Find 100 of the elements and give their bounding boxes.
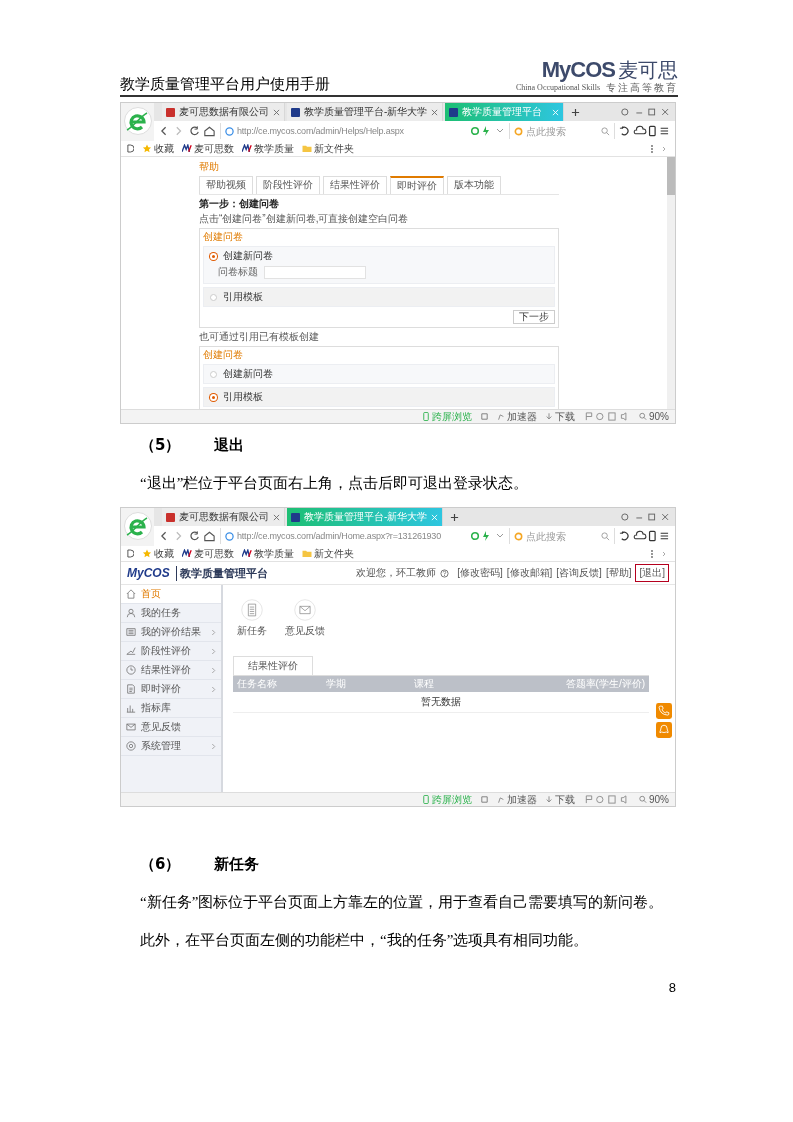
browser-tab[interactable]: 麦可思数据有限公司 [162, 103, 285, 121]
phone-icon [422, 412, 430, 421]
site-logo-icon [182, 549, 192, 558]
clock-icon [126, 665, 136, 675]
help-tab[interactable]: 帮助视频 [199, 176, 253, 194]
help-tab[interactable]: 版本功能 [447, 176, 501, 194]
column-header: 课程 [414, 677, 436, 691]
accelerate-icons[interactable] [471, 126, 505, 136]
sidebar-item[interactable]: 系统管理 [121, 737, 221, 756]
help-tab[interactable]: 即时评价 [390, 176, 444, 194]
paragraph: 此外，在平台页面左侧的功能栏中，“我的任务”选项具有相同功能。 [140, 931, 590, 950]
help-tab[interactable]: 阶段性评价 [256, 176, 320, 194]
phone-icon[interactable] [656, 703, 672, 719]
section-number: （5） [140, 436, 181, 455]
next-button[interactable]: 下一步 [513, 310, 555, 324]
sidebar-item[interactable]: 指标库 [121, 699, 221, 718]
option-label: 引用模板 [223, 390, 263, 404]
scrollbar[interactable] [667, 157, 675, 409]
sidebar-item[interactable]: 结果性评价 [121, 661, 221, 680]
section-title: 新任务 [214, 855, 260, 874]
paragraph: “新任务”图标位于平台页面上方靠左的位置，用于查看自己需要填写的新问卷。 [140, 893, 665, 912]
header-link[interactable]: [咨询反馈] [556, 565, 602, 581]
logo-slogan: 专注高等教育 [606, 82, 678, 93]
browser-tab[interactable]: 麦可思数据有限公司 [162, 508, 285, 526]
company-name: 麦可思 [618, 58, 678, 82]
address-field[interactable]: http://ce.mycos.com/admin/Home.aspx?r=131261930 [220, 528, 467, 544]
panel-title: 创建问卷 [203, 349, 244, 361]
site-logo-icon [242, 549, 252, 558]
new-tab-icon[interactable] [450, 512, 460, 522]
zoom-level[interactable]: 90% [639, 794, 669, 805]
app-title: 教学质量管理平台 [175, 565, 268, 581]
search-engine-icon[interactable] [514, 126, 523, 136]
bookmark-link[interactable]: 收藏 [142, 546, 174, 561]
toolbar-icons[interactable] [619, 530, 669, 542]
radio-button[interactable] [210, 293, 217, 301]
browser-logo-icon [124, 512, 152, 540]
navigation-icons[interactable] [160, 125, 216, 137]
title-field[interactable] [264, 265, 366, 279]
search-field[interactable]: 点此搜索 [526, 529, 598, 543]
table-tab[interactable]: 结果性评价 [233, 656, 313, 675]
header-link[interactable]: [修改密码] [457, 565, 503, 581]
sidebar-toggle-icon[interactable] [127, 549, 134, 558]
field-label: 问卷标题 [218, 265, 258, 279]
bookmark-link[interactable]: 新文件夹 [302, 546, 354, 561]
zoom-icon [639, 795, 647, 804]
help-tab[interactable]: 结果性评价 [323, 176, 387, 194]
page-title: 帮助 [199, 161, 220, 173]
bookmark-link[interactable]: 麦可思数 [182, 546, 234, 561]
shortcut-button[interactable]: 新任务 [237, 599, 267, 638]
address-field[interactable]: http://ce.mycos.com/admin/Helps/Help.aspx [220, 123, 467, 139]
close-icon[interactable] [273, 108, 280, 116]
bar-chart-icon [126, 703, 136, 713]
status-item[interactable]: 下载 [545, 792, 575, 806]
zoom-icon [639, 412, 647, 421]
radio-button[interactable] [210, 370, 217, 378]
download-icon [545, 412, 553, 421]
status-item[interactable]: 下载 [545, 409, 575, 423]
bookmark-link[interactable]: 收藏 [142, 141, 174, 156]
zoom-level[interactable]: 90% [639, 411, 669, 422]
sidebar-toggle-icon[interactable] [127, 144, 134, 153]
toolbar-icons[interactable] [619, 125, 669, 137]
search-icon[interactable] [601, 531, 610, 541]
star-icon [142, 144, 152, 153]
navigation-icons[interactable] [160, 530, 216, 542]
browser-tab[interactable]: 教学质量管理平台-新华大学 [287, 103, 444, 121]
help-icon[interactable] [440, 568, 450, 578]
search-icon[interactable] [601, 126, 610, 136]
sidebar-item[interactable]: 意见反馈 [121, 718, 221, 737]
header-link[interactable]: [修改邮箱] [506, 565, 553, 581]
globe-icon [225, 126, 234, 136]
bookmark-link[interactable]: 教学质量 [242, 141, 294, 156]
sidebar-item[interactable]: 我的任务 [121, 604, 221, 623]
instruction-text: 也可通过引用已有模板创建 [199, 331, 320, 343]
window-controls-icon[interactable] [621, 512, 669, 522]
option-label: 创建新问卷 [223, 249, 273, 263]
bookmark-link[interactable]: 麦可思数 [182, 141, 234, 156]
sidebar-item[interactable]: 阶段性评价 [121, 642, 221, 661]
close-icon[interactable] [431, 108, 439, 116]
column-header: 学期 [325, 677, 347, 691]
search-field[interactable]: 点此搜索 [526, 124, 598, 138]
column-header: 任务名称 [237, 677, 278, 691]
sidebar-item[interactable]: 我的评价结果 [121, 623, 221, 642]
favicon-icon [449, 107, 459, 117]
status-item[interactable]: 加速器 [497, 792, 537, 806]
search-engine-icon[interactable] [514, 531, 523, 541]
sidebar-item[interactable]: 即时评价 [121, 680, 221, 699]
status-item[interactable]: 加速器 [497, 409, 537, 423]
bookmark-link[interactable]: 新文件夹 [302, 141, 354, 156]
bookmark-link[interactable]: 教学质量 [242, 546, 294, 561]
window-controls-icon[interactable] [621, 107, 669, 117]
header-link[interactable]: [帮助] [605, 565, 632, 581]
favicon-icon [291, 512, 300, 522]
new-tab-icon[interactable] [571, 107, 581, 117]
star-icon [142, 549, 152, 558]
shortcut-button[interactable]: 意见反馈 [285, 599, 325, 638]
close-icon[interactable] [273, 513, 280, 521]
globe-icon [225, 531, 234, 541]
document-icon [126, 684, 136, 694]
accelerate-icons[interactable] [471, 531, 505, 541]
header-link[interactable]: [退出] [635, 564, 669, 582]
